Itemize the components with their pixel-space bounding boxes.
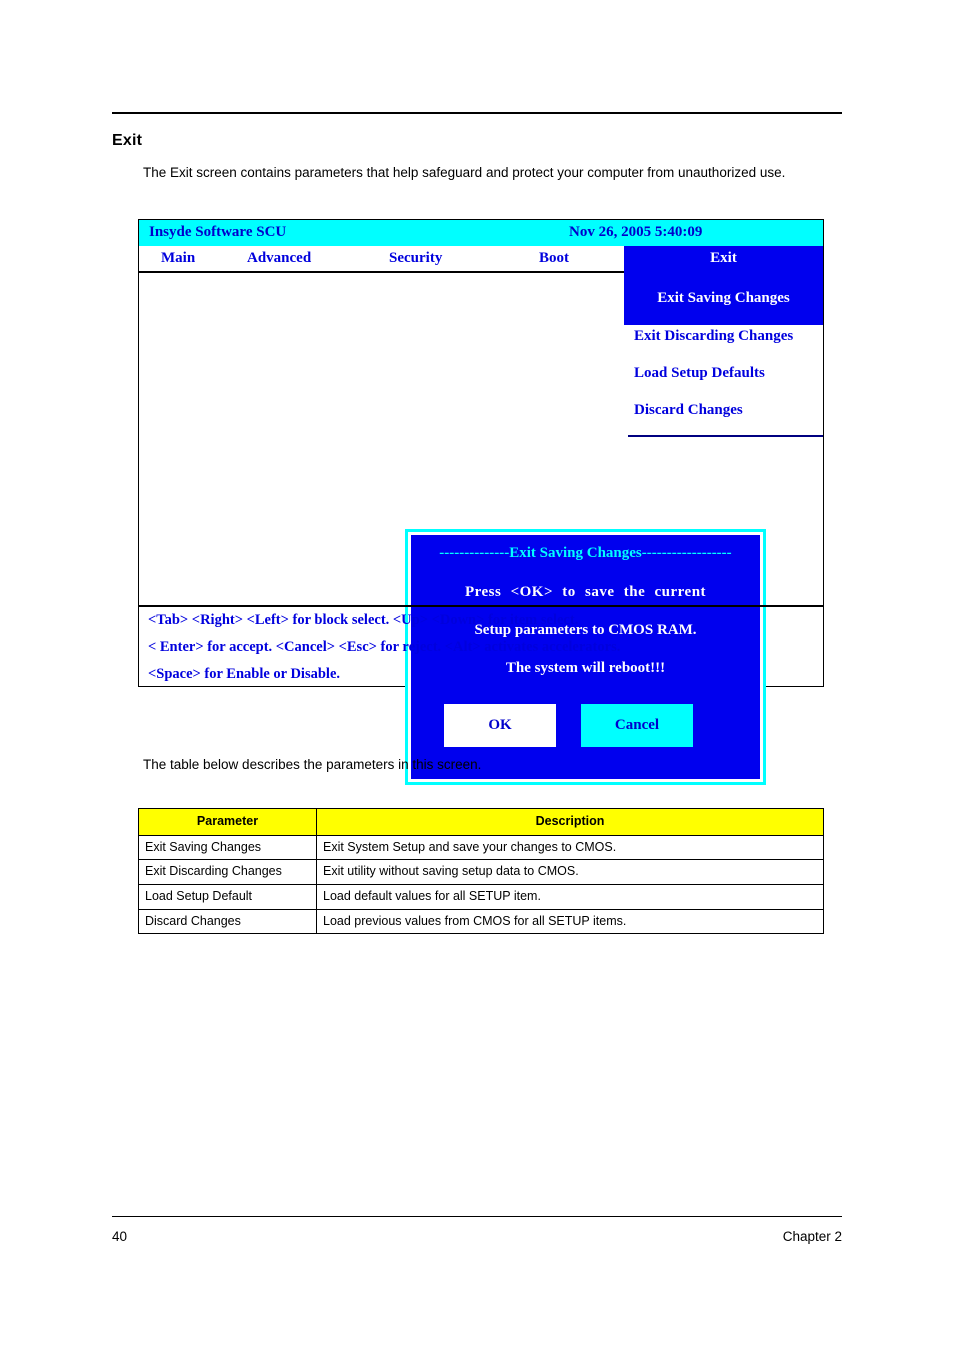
exit-menu-panel: Exit Exit Saving Changes — [624, 246, 823, 325]
menu-item-exit-discarding-changes[interactable]: Exit Discarding Changes — [634, 328, 793, 345]
ok-button[interactable]: OK — [444, 704, 556, 747]
tab-boot[interactable]: Boot — [539, 250, 569, 267]
help-line-accept-reject: < Enter> for accept. <Cancel> <Esc> for … — [148, 639, 621, 655]
footer-page-number: 40 — [112, 1229, 128, 1244]
bios-datetime: Nov 26, 2005 5:40:09 — [569, 224, 703, 240]
dialog-border-inset: --------------Exit Saving Changes-------… — [408, 532, 763, 782]
menu-divider — [628, 435, 823, 437]
bios-app-name: Insyde Software SCU — [149, 224, 287, 240]
page-title: Exit — [112, 132, 143, 149]
table-header-description: Description — [316, 808, 824, 836]
dialog-message-line-1: Press <OK> to save the current — [464, 584, 707, 600]
cell-parameter: Discard Changes — [138, 908, 317, 935]
table-header-row: Parameter Description — [138, 808, 824, 836]
menu-item-exit-saving-changes[interactable]: Exit Saving Changes — [624, 290, 823, 307]
help-line-space-toggle: <Space> for Enable or Disable. — [148, 666, 341, 682]
tab-bar-divider — [139, 271, 624, 273]
bios-title-bar: Insyde Software SCU Nov 26, 2005 5:40:09 — [139, 220, 823, 246]
cell-description: Load previous values from CMOS for all S… — [316, 908, 824, 935]
exit-saving-changes-dialog: --------------Exit Saving Changes-------… — [405, 529, 766, 785]
tab-advanced[interactable]: Advanced — [247, 250, 311, 267]
footer-chapter-label: Chapter 2 — [782, 1229, 842, 1244]
tab-main[interactable]: Main — [161, 250, 195, 267]
help-area-divider — [139, 605, 823, 607]
menu-item-load-setup-defaults[interactable]: Load Setup Defaults — [634, 365, 765, 382]
cell-description: Load default values for all SETUP item. — [316, 883, 824, 910]
parameter-description-table: Parameter Description Exit Saving Change… — [138, 808, 824, 935]
cell-parameter: Exit Saving Changes — [138, 834, 317, 861]
table-header-parameter: Parameter — [138, 808, 317, 836]
tab-exit[interactable]: Exit — [624, 250, 823, 267]
cell-description: Exit System Setup and save your changes … — [316, 834, 824, 861]
menu-item-discard-changes[interactable]: Discard Changes — [634, 402, 743, 419]
cancel-button[interactable]: Cancel — [581, 704, 693, 747]
cell-parameter: Exit Discarding Changes — [138, 859, 317, 885]
dialog-body: --------------Exit Saving Changes-------… — [411, 535, 760, 779]
tab-security[interactable]: Security — [389, 250, 442, 267]
cell-description: Exit utility without saving setup data t… — [316, 859, 824, 885]
cell-parameter: Load Setup Default — [138, 883, 317, 910]
page-footer-rule — [112, 1216, 842, 1217]
dialog-title: --------------Exit Saving Changes-------… — [439, 545, 732, 561]
table-row: Load Setup Default Load default values f… — [138, 883, 824, 910]
table-intro-paragraph: The table below describes the parameters… — [143, 757, 482, 772]
table-row: Exit Discarding Changes Exit utility wit… — [138, 859, 824, 885]
table-row: Discard Changes Load previous values fro… — [138, 908, 824, 935]
help-line-block-select: <Tab> <Right> <Left> for block select. <… — [148, 612, 579, 628]
table-row: Exit Saving Changes Exit System Setup an… — [138, 834, 824, 861]
dialog-message-line-3: The system will reboot!!! — [505, 660, 666, 676]
page-header-rule — [112, 112, 842, 114]
intro-paragraph: The Exit screen contains parameters that… — [143, 165, 786, 180]
bios-setup-screen: Insyde Software SCU Nov 26, 2005 5:40:09… — [138, 219, 824, 785]
